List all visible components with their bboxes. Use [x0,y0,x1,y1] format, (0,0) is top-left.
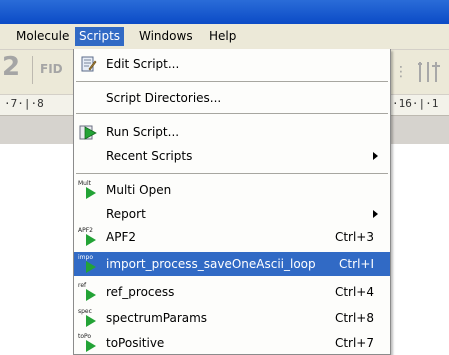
icon-tag-text: impo [78,254,93,261]
script-play-icon: toPo [78,333,100,353]
menu-item-spectrum-params[interactable]: spec spectrumParams Ctrl+8 [74,307,390,329]
menu-item-report[interactable]: Report [74,203,390,225]
menu-item-shortcut: Ctrl+I [339,257,374,271]
menu-item-multi-open[interactable]: Mult Multi Open [74,179,390,201]
icon-tag-text: Mult [78,180,91,187]
script-play-icon: spec [78,308,100,328]
menu-item-shortcut: Ctrl+8 [334,311,374,325]
menu-item-shortcut: Ctrl+4 [334,285,374,299]
menu-item-label: ref_process [106,285,175,299]
menu-item-apf2[interactable]: APF2 APF2 Ctrl+3 [74,226,390,248]
run-script-icon [79,125,97,140]
menu-help[interactable]: Help [205,27,240,46]
menu-item-run-script[interactable]: Run Script... [74,121,390,143]
ruler-left-label: ·7·|·8 [4,97,44,110]
menu-item-label: Script Directories... [106,91,222,105]
menu-item-import-process-save-one-ascii-loop[interactable]: impo import_process_saveOneAscii_loop Ct… [74,252,390,276]
menu-item-script-directories[interactable]: Script Directories... [74,87,390,109]
menu-item-label: APF2 [106,230,136,244]
menu-item-edit-script[interactable]: Edit Script... [74,53,390,75]
menu-item-to-positive[interactable]: toPo toPositive Ctrl+7 [74,332,390,354]
toolbar-divider [32,56,33,84]
window-title-bar [0,0,449,24]
menu-separator [76,81,388,82]
submenu-arrow-icon [373,152,378,160]
submenu-arrow-icon [373,210,378,218]
script-play-icon: impo [78,254,100,274]
fid-button[interactable]: FID [40,62,63,76]
ruler-right-label: ·16·|·1 [392,97,439,110]
menu-item-ref-process[interactable]: ref ref_process Ctrl+4 [74,281,390,303]
icon-tag-text: ref [78,282,87,289]
icon-tag-text: APF2 [78,227,93,234]
menu-windows[interactable]: Windows [135,27,197,46]
icon-tag-text: toPo [78,333,92,340]
menu-item-shortcut: Ctrl+7 [334,336,374,350]
scripts-dropdown-menu: Edit Script... Script Directories... Run… [73,49,391,355]
menu-item-label: Recent Scripts [106,149,193,163]
menu-item-label: toPositive [106,336,165,350]
menu-item-recent-scripts[interactable]: Recent Scripts [74,145,390,167]
menu-item-label: import_process_saveOneAscii_loop [106,257,316,271]
edit-script-icon [81,56,97,72]
menu-separator [76,173,388,174]
menu-scripts[interactable]: Scripts [75,27,125,46]
menu-item-shortcut: Ctrl+3 [334,230,374,244]
svg-text:⋮: ⋮ [394,64,408,80]
menu-item-label: Run Script... [106,125,180,139]
icon-tag-text: spec [78,308,92,315]
menu-molecule[interactable]: Molecule [12,27,73,46]
toolbar-number-button[interactable]: 2 [2,52,20,82]
toolbar-right-icons[interactable]: ⋮ [392,56,448,86]
script-play-icon: ref [78,282,100,302]
menu-item-label: Report [106,207,146,221]
menu-item-label: Multi Open [106,183,172,197]
menu-item-label: spectrumParams [106,311,208,325]
menu-separator [76,113,388,114]
menu-bar: Molecule Scripts Windows Help [0,24,449,50]
script-play-icon: APF2 [78,227,100,247]
menu-item-label: Edit Script... [106,57,180,71]
script-play-icon: Mult [78,180,100,200]
